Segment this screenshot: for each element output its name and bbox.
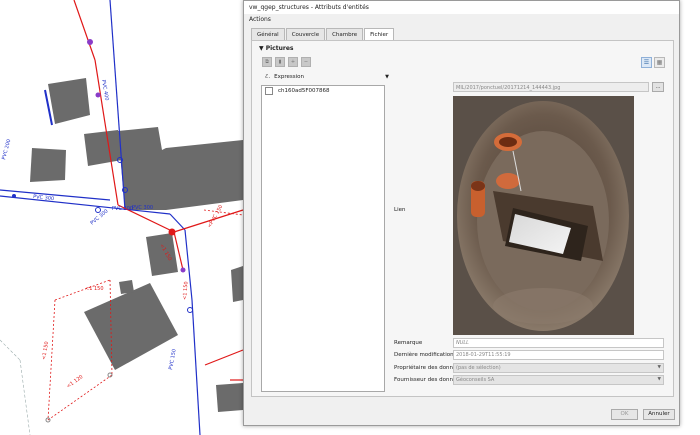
remarque-label: Remarque [394,340,423,346]
fichier-panel: ▼ Pictures ⧉ ▮ + − ☰ ▦ ℰ. Expression ▼ c… [251,40,674,397]
cancel-button[interactable]: Annuler [643,409,675,420]
map-label: PVC 300 [112,206,133,212]
ok-button[interactable]: OK [611,409,638,420]
epsilon-icon: ℰ. [265,74,271,80]
map-label: PVC 300 [132,205,153,211]
proprietaire-select[interactable]: (pas de sélection) ▼ [453,363,664,373]
remarque-field[interactable]: NULL [453,338,664,348]
fournisseur-select[interactable]: Géoconseils SA ▼ [453,375,664,385]
file-path-field[interactable]: MIL/2017/ponctuel/20171214_144443.jpg [453,82,649,92]
remove-icon[interactable]: − [301,57,311,67]
attributes-dialog: vw_qgep_structures - Attributs d'entités… [243,0,680,426]
table-view-icon[interactable]: ▦ [654,57,665,68]
dialog-title: vw_qgep_structures - Attributs d'entités [244,1,679,14]
pictures-toolbar: ⧉ ▮ + − [262,57,311,67]
dropdown-arrow-icon: ▼ [657,377,661,382]
expression-selector[interactable]: ℰ. Expression ▼ [265,72,389,82]
pictures-section-title[interactable]: ▼ Pictures [259,45,293,52]
view-buttons: ☰ ▦ [641,57,665,68]
dropdown-arrow-icon: ▼ [385,74,389,80]
delete-icon[interactable]: ▮ [275,57,285,67]
link-document-icon[interactable]: ⧉ [262,57,272,67]
add-icon[interactable]: + [288,57,298,67]
actions-menu[interactable]: Actions [249,16,271,23]
lien-label: Lien [394,207,406,213]
map-label: <1 150 [85,286,104,292]
manhole-photo [453,96,634,335]
item-checkbox[interactable] [265,87,273,95]
derniere-modification-label: Dernière modification [394,352,454,358]
form-view-icon[interactable]: ☰ [641,57,652,68]
list-item[interactable]: ch160ad5F007868 [262,86,384,96]
collapse-triangle-icon[interactable]: ▼ [259,45,264,52]
picture-list[interactable]: ch160ad5F007868 [261,85,385,392]
derniere-modification-field[interactable]: 2018-01-29T11:55:19 [453,350,664,360]
browse-button[interactable]: ... [652,82,664,92]
dropdown-arrow-icon: ▼ [657,365,661,370]
fournisseur-label: Fournisseur des donnés [394,377,460,383]
